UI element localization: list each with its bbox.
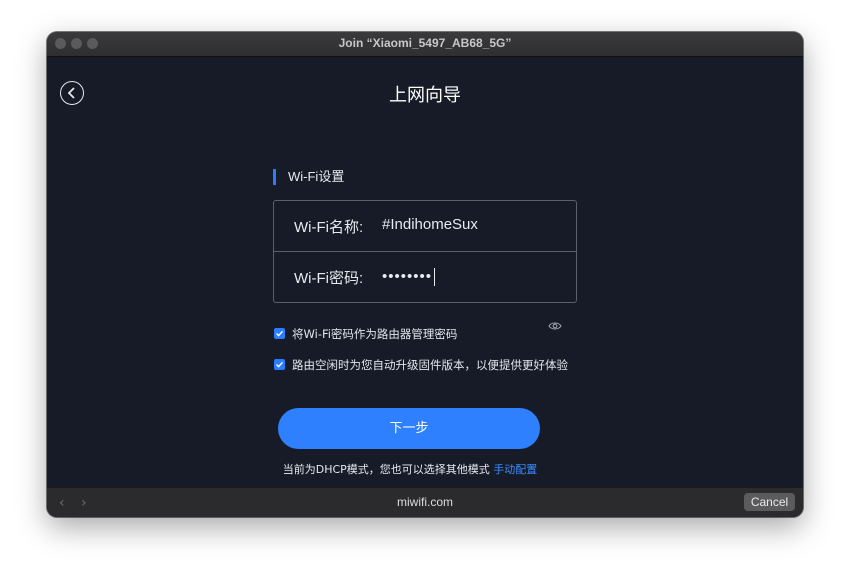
text-caret [434, 268, 436, 287]
section-title: Wi-Fi设置 [273, 169, 344, 185]
next-step-button[interactable]: 下一步 [278, 408, 540, 449]
option-checkbox-admin-password[interactable] [274, 328, 285, 339]
title-bar: Join “Xiaomi_5497_AB68_5G” [47, 32, 803, 57]
page-title: 上网向导 [389, 85, 461, 106]
url-label: miwifi.com [397, 495, 453, 509]
wifi-form: Wi-Fi名称: #IndihomeSux Wi-Fi密码: •••••••• [273, 200, 577, 303]
wifi-password-label: Wi-Fi密码: [294, 270, 364, 287]
option-checkbox-auto-upgrade[interactable] [274, 359, 285, 370]
mode-note: 当前为DHCP模式，您也可以选择其他模式 手动配置 [279, 461, 541, 478]
window-title: Join “Xiaomi_5497_AB68_5G” [338, 36, 512, 50]
mode-note-text: 当前为DHCP模式，您也可以选择其他模式 [282, 463, 494, 476]
checkmark-icon [276, 330, 284, 337]
wifi-name-input[interactable]: #IndihomeSux [382, 216, 478, 233]
wifi-password-row[interactable]: Wi-Fi密码: •••••••• [274, 252, 576, 302]
status-bar: ‹ › miwifi.com Cancel [47, 487, 803, 517]
checkmark-icon [276, 361, 284, 368]
wifi-name-row[interactable]: Wi-Fi名称: #IndihomeSux [274, 201, 576, 252]
password-dots: •••••••• [382, 268, 433, 285]
app-window: Join “Xiaomi_5497_AB68_5G” 上网向导 Wi-Fi设置 … [47, 32, 803, 517]
page-content: 上网向导 Wi-Fi设置 Wi-Fi名称: #IndihomeSux Wi-Fi… [47, 57, 803, 487]
option-label-admin-password: 将Wi-Fi密码作为路由器管理密码 [292, 327, 458, 341]
cancel-button[interactable]: Cancel [744, 493, 795, 511]
option-label-auto-upgrade: 路由空闲时为您自动升级固件版本，以便提供更好体验 [292, 358, 568, 372]
eye-icon[interactable] [548, 321, 562, 331]
wifi-password-input[interactable]: •••••••• [382, 268, 436, 287]
manual-config-link[interactable]: 手动配置 [493, 463, 537, 476]
wifi-name-label: Wi-Fi名称: [294, 219, 364, 236]
